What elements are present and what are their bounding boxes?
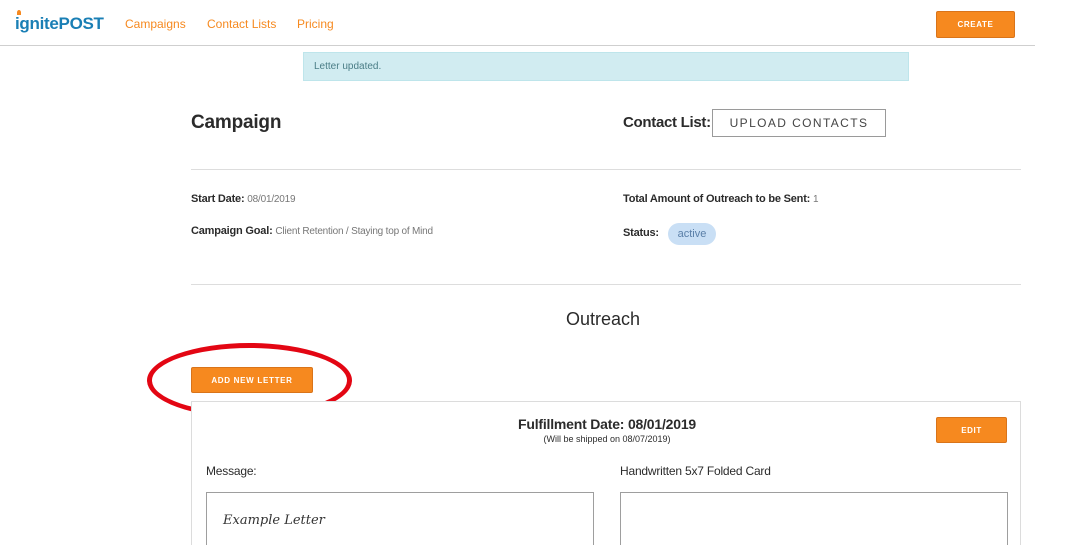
card-preview <box>620 492 1008 545</box>
start-date: Start Date: 08/01/2019 <box>191 193 296 205</box>
outreach-title: Outreach <box>566 309 641 329</box>
total-outreach-value: 1 <box>813 194 819 205</box>
edit-button[interactable]: EDIT <box>936 417 1007 443</box>
campaign-title: Campaign <box>191 112 282 133</box>
upload-contacts-button[interactable]: UPLOAD CONTACTS <box>712 109 886 137</box>
nav-campaigns[interactable]: Campaigns <box>125 17 186 31</box>
add-new-letter-button[interactable]: ADD NEW LETTER <box>191 367 313 393</box>
divider <box>191 169 1021 170</box>
nav-pricing[interactable]: Pricing <box>297 17 334 31</box>
ship-note: (Will be shipped on 08/07/2019) <box>543 434 671 444</box>
card-type-label: Handwritten 5x7 Folded Card <box>620 464 771 478</box>
campaign-goal: Campaign Goal: Client Retention / Stayin… <box>191 225 433 237</box>
contact-list-label: Contact List: <box>623 114 711 131</box>
alert-message: Letter updated. <box>303 52 909 81</box>
create-button[interactable]: CREATE <box>936 11 1015 38</box>
status-badge: active <box>668 223 716 245</box>
start-date-label: Start Date: <box>191 193 245 205</box>
logo-part-post: POST <box>58 14 104 33</box>
message-preview: Example Letter <box>206 492 594 545</box>
fulfillment-date: Fulfillment Date: 08/01/2019 <box>517 416 697 432</box>
campaign-goal-label: Campaign Goal: <box>191 225 273 237</box>
message-label: Message: <box>206 464 257 478</box>
divider <box>191 284 1021 285</box>
total-outreach: Total Amount of Outreach to be Sent: 1 <box>623 193 819 205</box>
logo[interactable]: ignitePOST <box>15 14 104 34</box>
top-navbar: ignitePOST Campaigns Contact Lists Prici… <box>0 0 1035 46</box>
page: ignitePOST Campaigns Contact Lists Prici… <box>0 0 1074 545</box>
logo-part-ignite: ignite <box>15 14 59 33</box>
status-label: Status: <box>623 227 659 239</box>
nav-contact-lists[interactable]: Contact Lists <box>207 17 276 31</box>
campaign-goal-value: Client Retention / Staying top of Mind <box>275 226 433 237</box>
total-outreach-label: Total Amount of Outreach to be Sent: <box>623 193 811 205</box>
letter-card: Fulfillment Date: 08/01/2019 (Will be sh… <box>191 401 1021 545</box>
start-date-value: 08/01/2019 <box>247 194 296 205</box>
